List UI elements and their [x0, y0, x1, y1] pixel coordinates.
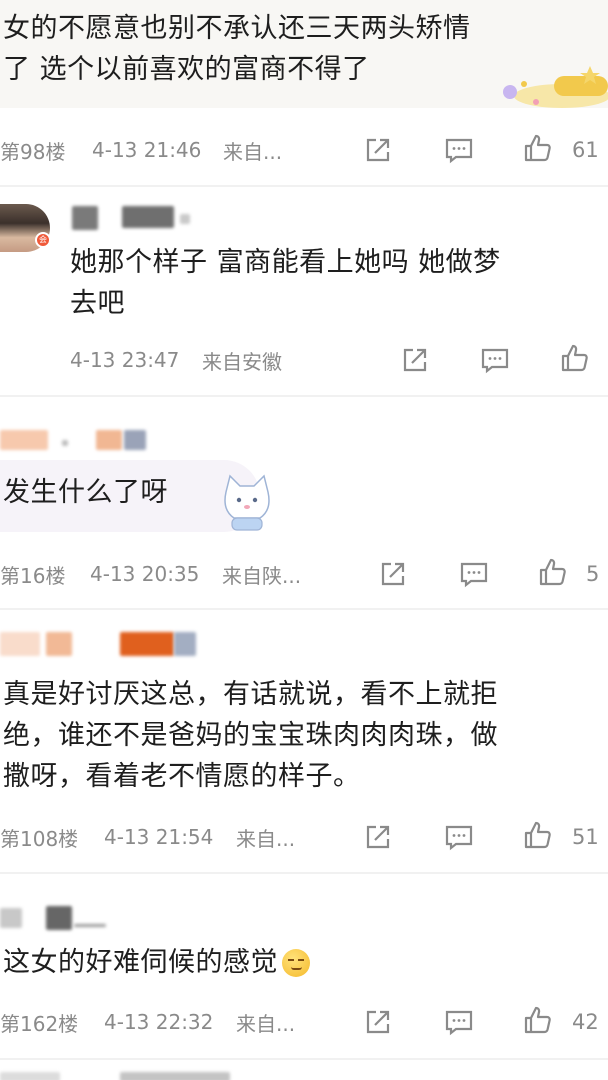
repost-button[interactable]: [398, 343, 432, 377]
floor-number: 第16楼: [0, 563, 66, 588]
username[interactable]: [0, 430, 48, 450]
comment-text: 这女的好难伺候的感觉: [3, 942, 310, 983]
sticker-cat-icon: [224, 474, 270, 531]
floor-number: 第108楼: [0, 826, 79, 851]
username[interactable]: [120, 1072, 230, 1080]
comment-button[interactable]: [442, 1005, 476, 1039]
comment-text: 女的不愿意也别不承认还三天两头矫情 了 选个以前喜欢的富商不得了: [3, 13, 471, 85]
comment-source: 来自...: [236, 1011, 296, 1036]
repost-button[interactable]: [361, 820, 395, 854]
thumbs-up-icon: [524, 821, 551, 849]
comment-source: 来自安徽: [202, 349, 282, 374]
repost-icon: [403, 348, 427, 372]
divider: [0, 608, 608, 610]
divider: [0, 872, 608, 874]
thumbs-up-icon: [524, 134, 551, 162]
comment-button[interactable]: [457, 557, 491, 591]
thumbs-up-icon: [539, 558, 566, 586]
like-count: 61: [572, 138, 599, 162]
like-count: 51: [572, 825, 599, 849]
floor-number: 第98楼: [0, 139, 66, 164]
comment-source: 来自...: [236, 826, 296, 851]
comment-time: 4-13 21:46: [92, 138, 202, 162]
comment-button[interactable]: [478, 343, 512, 377]
comment-icon: [460, 562, 488, 588]
username[interactable]: [174, 632, 196, 656]
comment-icon: [445, 138, 473, 164]
comment-time: 4-13 22:32: [104, 1010, 214, 1034]
like-button[interactable]: [521, 818, 555, 852]
username[interactable]: [122, 206, 174, 228]
username[interactable]: [96, 430, 122, 450]
like-button[interactable]: [521, 131, 555, 165]
sticker-icon: [503, 66, 608, 108]
repost-icon: [366, 138, 390, 162]
floor-number: 第162楼: [0, 1011, 79, 1036]
divider: [0, 395, 608, 397]
comment-button[interactable]: [442, 133, 476, 167]
like-count: 42: [572, 1010, 599, 1034]
like-button[interactable]: [536, 555, 570, 589]
divider: [0, 1058, 608, 1060]
divider: [0, 185, 608, 187]
repost-button[interactable]: [376, 557, 410, 591]
comment-text: 发生什么了呀: [3, 477, 168, 508]
comment-text: 她那个样子 富商能看上她吗 她做梦 去吧: [70, 247, 501, 319]
username[interactable]: [74, 924, 106, 927]
username[interactable]: [72, 206, 98, 230]
comment-icon: [445, 1010, 473, 1036]
comment-time: 4-13 23:47: [70, 348, 180, 372]
comment-time: 4-13 20:35: [90, 562, 200, 586]
repost-button[interactable]: [361, 1005, 395, 1039]
like-count: 5: [586, 562, 600, 586]
repost-icon: [381, 562, 405, 586]
username-suffix: [180, 214, 190, 224]
comment-icon: [445, 825, 473, 851]
repost-button[interactable]: [361, 133, 395, 167]
comment-text: 真是好讨厌这总，有话就说，看不上就拒 绝，谁还不是爸妈的宝宝珠肉肉肉珠，做 撒呀…: [3, 679, 498, 792]
like-button[interactable]: [558, 341, 592, 375]
comment-source: 来自陕...: [222, 563, 302, 588]
username[interactable]: [46, 632, 72, 656]
repost-icon: [366, 825, 390, 849]
comment-source: 来自...: [223, 139, 283, 164]
thumbs-up-icon: [524, 1006, 551, 1034]
username[interactable]: [62, 440, 68, 446]
username[interactable]: [124, 430, 146, 450]
thumbs-up-icon: [561, 344, 588, 372]
username[interactable]: [120, 632, 174, 656]
username[interactable]: [0, 1072, 60, 1080]
username[interactable]: [0, 908, 22, 928]
like-button[interactable]: [521, 1003, 555, 1037]
smirk-emoji-icon: [282, 948, 310, 977]
username[interactable]: [0, 632, 40, 656]
username[interactable]: [46, 906, 72, 930]
comment-time: 4-13 21:54: [104, 825, 214, 849]
comment-icon: [481, 348, 509, 374]
member-badge: 会: [35, 232, 51, 248]
repost-icon: [366, 1010, 390, 1034]
comment-button[interactable]: [442, 820, 476, 854]
